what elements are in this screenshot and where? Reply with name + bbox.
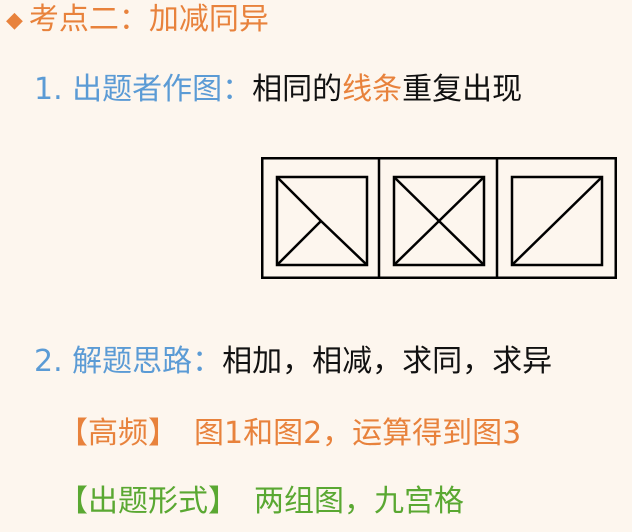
point-1-text-before: 相同的 [252, 72, 343, 107]
figure-panel-2-square-x-icon [392, 175, 486, 267]
point-1: 1. 出题者作图：相同的线条重复出现 [34, 70, 522, 110]
form-text: 两组图，九宫格 [254, 484, 464, 519]
section-heading: ◆ 考点二：加减同异 [6, 0, 269, 41]
point-1-text-after: 重复出现 [402, 72, 523, 107]
figure-sequence [261, 157, 617, 279]
heading-text: 考点二：加减同异 [28, 2, 269, 37]
figure-panel-3-slash-icon [510, 175, 604, 267]
point-2-text: 相加，相减，求同，求异 [222, 344, 553, 379]
form-tag: 【出题形式】 [58, 484, 238, 519]
frequency-text: 图1和图2，运算得到图3 [194, 416, 522, 451]
point-1-label: 1. 出题者作图： [34, 72, 253, 107]
frequency-tag: 【高频】 [58, 416, 178, 451]
point-1-highlight: 线条 [342, 72, 403, 107]
figure-panel-1-triangle-icon [275, 175, 369, 267]
point-2-label: 2. 解题思路： [34, 344, 223, 379]
frequency-line: 【高频】 图1和图2，运算得到图3 [58, 414, 521, 454]
diamond-bullet-icon: ◆ [6, 8, 23, 33]
point-2: 2. 解题思路：相加，相减，求同，求异 [34, 342, 552, 382]
form-line: 【出题形式】 两组图，九宫格 [58, 482, 464, 522]
